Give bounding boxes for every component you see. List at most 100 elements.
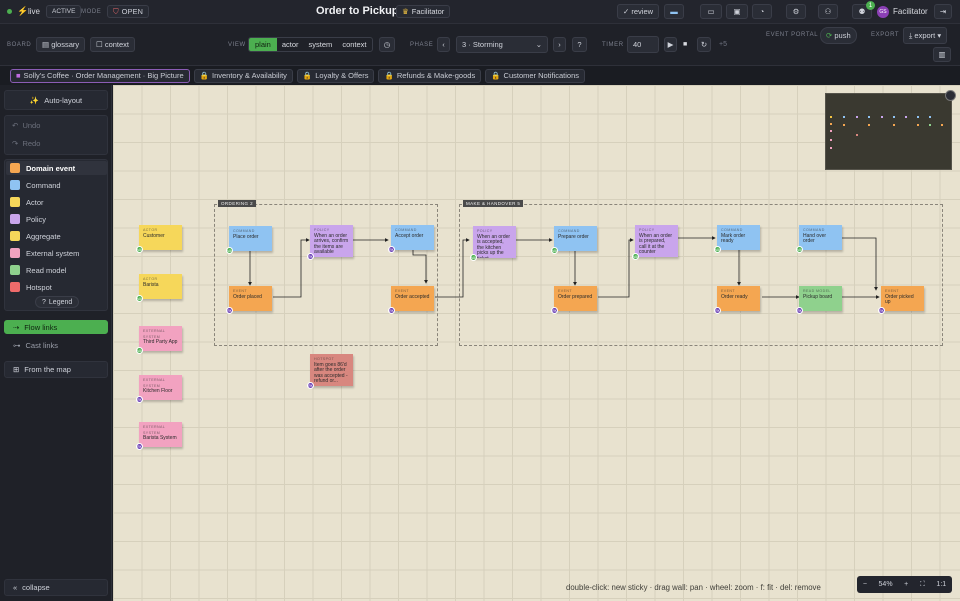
- timer-stop-button[interactable]: ■: [683, 41, 687, 48]
- legend-panel: Domain event Command Actor Policy Aggreg…: [4, 159, 108, 311]
- screen-icon: ▭: [707, 7, 715, 16]
- group-make-handover[interactable]: MAKE & HANDOVER 5: [459, 200, 943, 346]
- view-actor[interactable]: actor: [277, 38, 304, 51]
- sticky-command[interactable]: COMMAND Accept order: [391, 225, 434, 250]
- legend-external-system[interactable]: External system: [10, 248, 79, 258]
- timer-reset-button[interactable]: ↻: [697, 37, 711, 52]
- phase-select[interactable]: 3 · Storming ⌄: [456, 36, 548, 53]
- glossary-button[interactable]: ▤ glossary: [36, 37, 86, 52]
- legend-command[interactable]: Command: [10, 180, 61, 190]
- sticky-event[interactable]: EVENT Order placed: [229, 286, 272, 311]
- sticky-actor[interactable]: ACTOR Barista: [139, 274, 182, 299]
- sticky-external-system[interactable]: EXTERNAL SYSTEM Third Party App: [139, 326, 182, 351]
- one-to-one-button[interactable]: 1:1: [936, 581, 946, 588]
- square-icon: ■: [16, 71, 21, 80]
- tab-notifications[interactable]: 🔒 Customer Notifications: [485, 68, 585, 83]
- sticky-command[interactable]: COMMAND Place order: [229, 226, 272, 251]
- sticky-read-model[interactable]: READ MODEL Pickup board: [799, 286, 842, 311]
- add-user-button[interactable]: ⚇: [818, 4, 838, 19]
- legend-aggregate[interactable]: Aggregate: [10, 231, 61, 241]
- book-panel-button[interactable]: ▥: [933, 47, 951, 62]
- zoom-in-button[interactable]: +: [904, 581, 908, 588]
- checkbox-icon: ☐: [96, 40, 103, 49]
- open-mode-button[interactable]: ⛉ OPEN: [107, 5, 149, 18]
- view-system[interactable]: system: [304, 38, 338, 51]
- sticky-command[interactable]: COMMAND Mark order ready: [717, 225, 760, 250]
- minimap-dot: [830, 130, 832, 132]
- undo-button[interactable]: ↶ Undo: [12, 121, 40, 130]
- sticky-external-system[interactable]: EXTERNAL SYSTEM Barista System: [139, 422, 182, 447]
- sticky-actor[interactable]: ACTOR Customer: [139, 225, 182, 250]
- legend-hotspot[interactable]: Hotspot: [10, 282, 52, 292]
- history-panel: ↶ Undo ↷ Redo: [4, 115, 108, 155]
- sticky-command[interactable]: COMMAND Hand over order: [799, 225, 842, 250]
- reset-icon: ↻: [700, 40, 708, 49]
- view-switcher: plain actor system context: [248, 37, 373, 52]
- board-label: BOARD: [7, 42, 32, 48]
- collapse-button[interactable]: «collapse: [4, 579, 108, 596]
- autolayout-button[interactable]: ✨ Auto-layout: [4, 90, 108, 110]
- review-button[interactable]: ✓ review: [617, 4, 660, 19]
- push-button[interactable]: ⟳ push: [820, 27, 857, 44]
- sticky-text: When an order is accepted, the kitchen p…: [477, 233, 511, 258]
- cast-links-toggle[interactable]: ⊶ Cast links: [4, 338, 108, 352]
- top-bar: ⚡ live ACTIVE MODE ⛉ OPEN Order to Pickup…: [0, 0, 960, 24]
- redo-button[interactable]: ↷ Redo: [12, 139, 40, 148]
- sticky-event[interactable]: EVENT Order ready: [717, 286, 760, 311]
- timer-input[interactable]: 40: [627, 36, 659, 53]
- phase-help-button[interactable]: ?: [572, 37, 587, 52]
- sticky-kind: COMMAND: [803, 228, 825, 232]
- present-button[interactable]: ▭: [700, 4, 722, 19]
- settings-button[interactable]: ⚙: [786, 4, 806, 19]
- chat-button[interactable]: ◔: [752, 4, 772, 19]
- sticky-event[interactable]: EVENT Order accepted: [391, 286, 434, 311]
- legend-policy[interactable]: Policy: [10, 214, 46, 224]
- share-screen-button[interactable]: ▣: [726, 4, 748, 19]
- notes-button[interactable]: ▬: [664, 4, 684, 19]
- sticky-event[interactable]: EVENT Order picked up: [881, 286, 924, 311]
- link-icon: ⊶: [13, 340, 21, 350]
- gear-icon: ⚙: [792, 7, 800, 16]
- timer-play-button[interactable]: ▶: [664, 37, 677, 52]
- minimap-dot: [893, 116, 895, 118]
- sticky-command[interactable]: COMMAND Prepare order: [554, 226, 597, 251]
- minimap-close-icon[interactable]: [945, 90, 956, 101]
- phase-next-button[interactable]: ›: [553, 37, 566, 52]
- context-toggle[interactable]: ☐ context: [90, 37, 136, 52]
- active-badge: ACTIVE: [46, 5, 82, 18]
- legend-read-model[interactable]: Read model: [10, 265, 66, 275]
- avatar[interactable]: GS: [877, 6, 889, 18]
- tab-refunds[interactable]: 🔒 Refunds & Make-goods: [378, 68, 482, 83]
- view-context[interactable]: context: [337, 38, 371, 51]
- sticky-policy[interactable]: POLICY When an order arrives, confirm the…: [310, 225, 353, 257]
- sticky-policy[interactable]: POLICY When an order is prepared, call it…: [635, 225, 678, 257]
- chevron-down-icon: ⌄: [535, 40, 542, 49]
- minimap[interactable]: [825, 90, 956, 170]
- view-plain[interactable]: plain: [249, 38, 277, 51]
- from-map-button[interactable]: ⊞ From the map: [4, 361, 108, 378]
- legend-domain-event[interactable]: Domain event: [10, 163, 75, 173]
- legend-actor[interactable]: Actor: [10, 197, 44, 207]
- sticky-external-system[interactable]: EXTERNAL SYSTEM Kitchen Floor: [139, 375, 182, 400]
- tab-big-picture[interactable]: ■ Solly's Coffee · Order Management · Big…: [10, 68, 190, 83]
- export-button[interactable]: ⤓ export ▾: [903, 27, 948, 44]
- mode-label: MODE: [81, 9, 102, 15]
- tab-inventory[interactable]: 🔒 Inventory & Availability: [193, 68, 293, 83]
- sticky-kind: COMMAND: [721, 228, 743, 232]
- sticky-policy[interactable]: POLICY When an order is accepted, the kit…: [473, 226, 516, 258]
- timer-add-button[interactable]: +5: [719, 41, 727, 48]
- phase-prev-button[interactable]: ‹: [437, 37, 450, 52]
- zoom-out-button[interactable]: −: [863, 581, 867, 588]
- logout-button[interactable]: ⇥: [934, 4, 952, 19]
- legend-button[interactable]: ? Legend: [35, 296, 80, 308]
- toolbar: BOARD ▤ glossary ☐ context VIEW plain ac…: [0, 24, 960, 66]
- note-icon: ▬: [670, 7, 678, 16]
- sticky-hotspot[interactable]: HOTSPOT Item goes 86'd after the order wa…: [310, 354, 353, 386]
- tab-loyalty[interactable]: 🔒 Loyalty & Offers: [296, 68, 375, 83]
- fit-icon[interactable]: ⛶: [920, 581, 925, 589]
- group-label: ORDERING 2: [218, 200, 257, 207]
- sticky-event[interactable]: EVENT Order prepared: [554, 286, 597, 311]
- sticky-kind: POLICY: [639, 228, 655, 232]
- view-options-button[interactable]: ◷: [379, 37, 395, 52]
- flow-links-toggle[interactable]: ⇢ Flow links: [4, 320, 108, 334]
